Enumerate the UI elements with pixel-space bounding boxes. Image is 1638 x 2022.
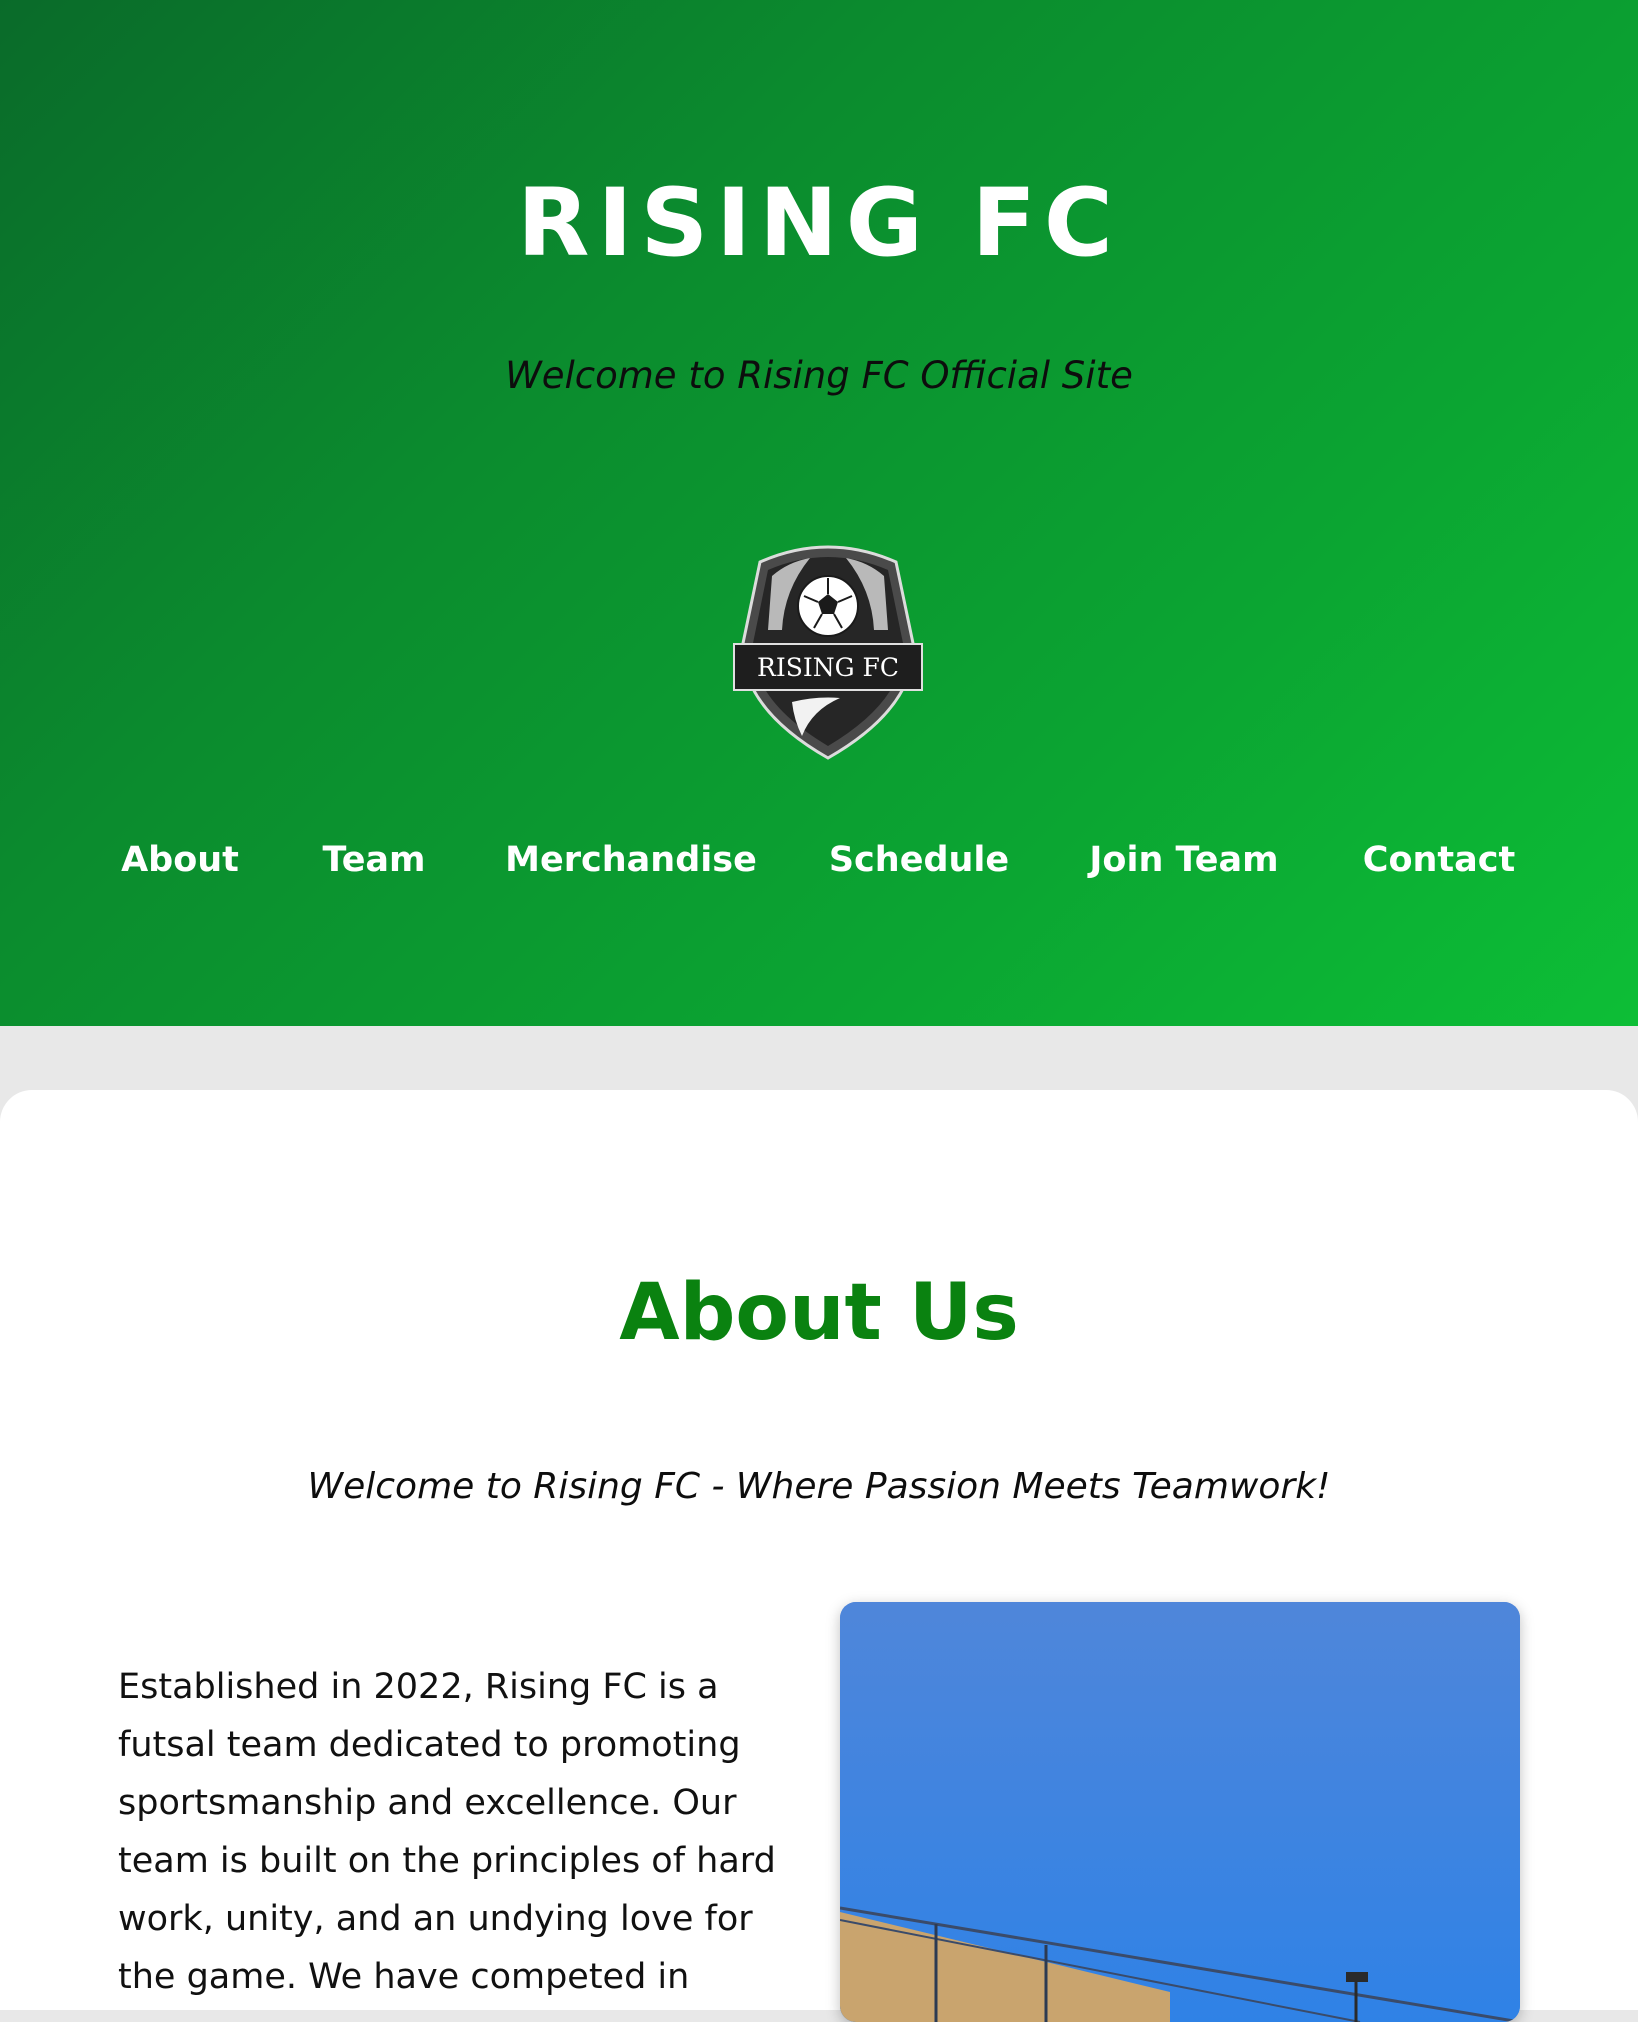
about-body-text: Established in 2022, Rising FC is a futs… [118,1667,776,1997]
photo-light-head [1346,1972,1368,1982]
site-title: RISING FC [517,169,1121,278]
crest-text: RISING FC [757,653,899,682]
soccer-crest-icon: RISING FC [733,545,923,760]
about-photo [840,1602,1520,2022]
nav-item-schedule[interactable]: Schedule [829,840,1009,880]
about-heading: About Us [619,1268,1019,1358]
hero-header: RISING FC Welcome to Rising FC Official … [0,0,1638,1026]
nav-item-join-team[interactable]: Join Team [1089,840,1278,880]
main-nav: About Team Merchandise Schedule Join Tea… [0,840,1638,900]
site-subtitle: Welcome to Rising FC Official Site [505,354,1133,397]
about-photo-scene [840,1602,1520,2022]
about-tagline: Welcome to Rising FC - Where Passion Mee… [307,1466,1331,1507]
nav-item-team[interactable]: Team [322,840,425,880]
nav-item-contact[interactable]: Contact [1363,840,1515,880]
nav-item-about[interactable]: About [121,840,239,880]
nav-item-merchandise[interactable]: Merchandise [505,840,757,880]
